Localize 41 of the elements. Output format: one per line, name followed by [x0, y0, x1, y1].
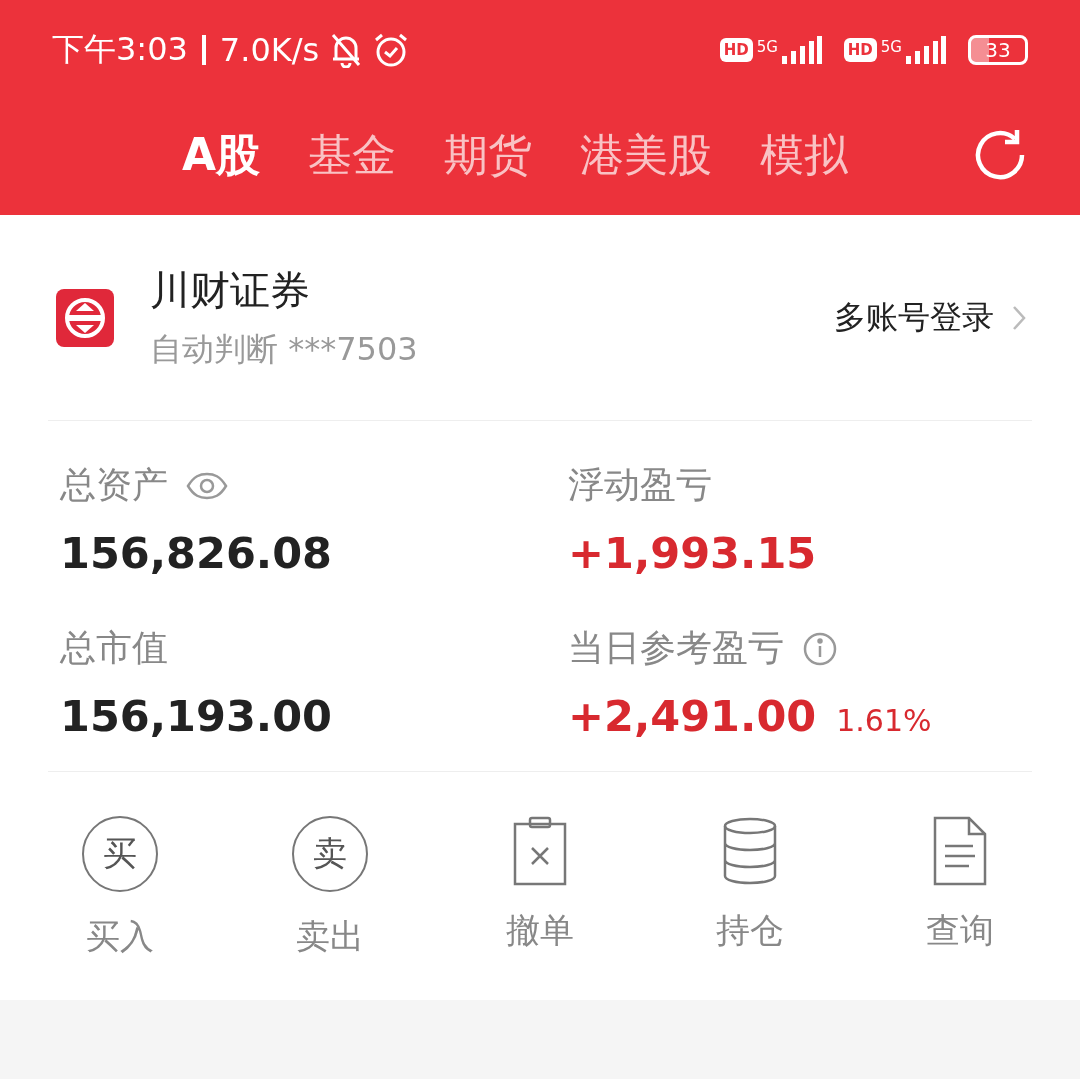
- network-type: 5G: [756, 38, 778, 56]
- stat-label: 总市值: [60, 626, 168, 670]
- market-tab[interactable]: 期货: [444, 125, 533, 185]
- circle-icon: 买: [82, 816, 158, 892]
- clock-time: 下午3:03: [52, 29, 188, 70]
- database-icon: [722, 816, 778, 886]
- trade-action-button[interactable]: 撤单: [480, 816, 600, 960]
- stat-label: 浮动盈亏: [568, 463, 712, 507]
- multi-account-link[interactable]: 多账号登录: [828, 294, 1032, 341]
- battery-icon: 33: [968, 35, 1028, 65]
- market-tab[interactable]: 基金: [308, 125, 397, 185]
- clipboard-x-icon: [512, 816, 568, 886]
- stat-label: 当日参考盈亏: [568, 626, 784, 670]
- market-tab[interactable]: A股: [182, 125, 261, 185]
- stat-value: +2,491.00: [568, 691, 817, 741]
- signal-icon: [781, 36, 822, 64]
- account-number: 自动判断 ***7503: [150, 329, 419, 370]
- signal-icon: [906, 36, 946, 64]
- document-icon: [932, 816, 988, 886]
- stat-label: 总资产: [60, 463, 168, 507]
- chevron-right-icon: [1012, 304, 1026, 331]
- alarm-icon: [373, 32, 410, 68]
- info-icon[interactable]: [802, 630, 838, 667]
- eye-icon[interactable]: [186, 471, 228, 500]
- network-speed: 7.0K/s: [219, 31, 320, 69]
- trade-action-button[interactable]: 查询: [900, 816, 1020, 960]
- trade-action-button[interactable]: 买 买入: [60, 816, 180, 960]
- market-tab[interactable]: 模拟: [760, 125, 849, 185]
- stat-value: +1,993.15: [568, 528, 817, 578]
- hd-badge: HD: [843, 38, 877, 62]
- broker-name: 川财证券: [150, 266, 311, 315]
- broker-logo: [56, 288, 114, 347]
- stat-value: 156,193.00: [60, 691, 333, 741]
- market-tab[interactable]: 港美股: [580, 125, 713, 185]
- stat-percent: 1.61%: [836, 703, 932, 738]
- hd-badge: HD: [719, 38, 753, 62]
- stat-value: 156,826.08: [60, 528, 333, 578]
- network-type: 5G: [880, 38, 902, 56]
- trade-action-button[interactable]: 卖 卖出: [270, 816, 390, 960]
- circle-icon: 卖: [292, 816, 368, 892]
- trade-action-button[interactable]: 持仓: [690, 816, 810, 960]
